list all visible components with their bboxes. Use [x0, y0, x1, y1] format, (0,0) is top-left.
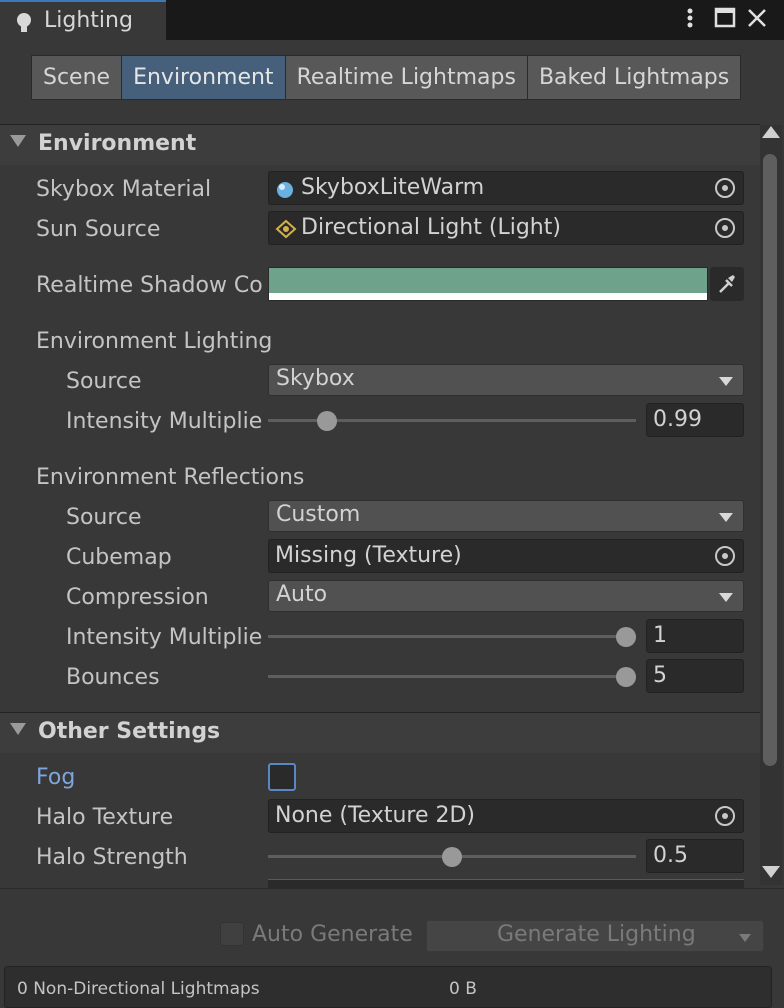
- scroll-down-arrow-icon[interactable]: [762, 866, 780, 878]
- environment-lighting-label: Environment Lighting: [36, 329, 273, 354]
- halo-strength-value: 0.5: [653, 843, 688, 868]
- bounces-value: 5: [653, 663, 667, 688]
- kebab-menu-icon[interactable]: [680, 6, 700, 36]
- bounces-label: Bounces: [66, 665, 160, 690]
- bulb-icon: [14, 11, 34, 41]
- lighting-intensity-label: Intensity Multiplier: [66, 409, 264, 434]
- compression-value: Auto: [276, 582, 328, 607]
- halo-strength-label: Halo Strength: [36, 845, 188, 870]
- lightmap-size-text: 0 B: [449, 979, 477, 999]
- section-title: Other Settings: [38, 719, 221, 744]
- tab-baked-lightmaps[interactable]: Baked Lightmaps: [526, 55, 742, 100]
- shadow-color-swatch: [269, 268, 707, 293]
- generate-lighting-button[interactable]: Generate Lighting: [426, 920, 764, 952]
- cubemap-label: Cubemap: [66, 545, 172, 570]
- lighting-source-label: Source: [66, 369, 142, 394]
- reflection-intensity-input[interactable]: 1: [646, 619, 744, 653]
- eyedropper-icon: [717, 273, 737, 301]
- chevron-down-icon[interactable]: [739, 934, 751, 942]
- eyedropper-button[interactable]: [710, 267, 744, 301]
- section-title: Environment: [38, 131, 197, 156]
- foldout-arrow-icon: [10, 135, 26, 147]
- lighting-intensity-slider-thumb[interactable]: [316, 411, 337, 431]
- realtime-shadow-color-label: Realtime Shadow Color: [36, 273, 264, 298]
- chevron-down-icon: [719, 377, 733, 386]
- lighting-intensity-input[interactable]: 0.99: [646, 403, 744, 437]
- reflection-intensity-slider-thumb[interactable]: [616, 627, 636, 647]
- scrollbar-thumb[interactable]: [763, 154, 777, 766]
- environment-section-header[interactable]: Environment: [0, 124, 760, 165]
- fog-label: Fog: [36, 765, 76, 790]
- compression-dropdown[interactable]: Auto: [268, 580, 744, 612]
- halo-strength-input[interactable]: 0.5: [646, 839, 744, 873]
- compression-label: Compression: [66, 585, 209, 610]
- bounces-input[interactable]: 5: [646, 659, 744, 693]
- chevron-down-icon: [719, 593, 733, 602]
- lighting-subtabs: Scene Environment Realtime Lightmaps Bak…: [31, 55, 742, 100]
- other-settings-section-header[interactable]: Other Settings: [0, 712, 760, 753]
- close-icon[interactable]: [746, 6, 768, 36]
- sun-source-label: Sun Source: [36, 217, 161, 242]
- bounces-slider-track[interactable]: [268, 675, 636, 678]
- chevron-down-icon: [719, 513, 733, 522]
- object-picker-icon[interactable]: [715, 218, 735, 238]
- lighting-source-value: Skybox: [276, 366, 355, 391]
- halo-texture-label: Halo Texture: [36, 805, 174, 830]
- lighting-window-tab[interactable]: Lighting: [0, 0, 166, 42]
- object-picker-icon[interactable]: [715, 806, 735, 826]
- reflection-intensity-label: Intensity Multiplier: [66, 625, 264, 650]
- lighting-source-dropdown[interactable]: Skybox: [268, 364, 744, 396]
- reflection-source-value: Custom: [276, 502, 361, 527]
- window-title: Lighting: [44, 8, 133, 33]
- reflection-source-label: Source: [66, 505, 142, 530]
- object-picker-icon[interactable]: [715, 178, 735, 198]
- skybox-material-field[interactable]: SkyboxLiteWarm: [268, 171, 744, 205]
- skybox-material-value: SkyboxLiteWarm: [301, 175, 485, 200]
- light-component-icon: [275, 219, 297, 245]
- reflection-intensity-slider-track[interactable]: [268, 635, 636, 638]
- fog-checkbox[interactable]: [268, 763, 296, 791]
- halo-texture-value: None (Texture 2D): [275, 803, 476, 828]
- foldout-arrow-icon: [10, 723, 26, 735]
- environment-reflections-label: Environment Reflections: [36, 465, 305, 490]
- cubemap-value: Missing (Texture): [275, 543, 462, 568]
- lightmap-count-text: 0 Non-Directional Lightmaps: [17, 979, 260, 999]
- halo-texture-field[interactable]: None (Texture 2D): [268, 799, 744, 833]
- sun-source-value: Directional Light (Light): [301, 215, 561, 240]
- reflection-intensity-value: 1: [653, 623, 667, 648]
- shadow-color-field[interactable]: [268, 267, 708, 301]
- object-picker-icon[interactable]: [715, 546, 735, 566]
- lighting-intensity-value: 0.99: [653, 407, 702, 432]
- bounces-slider-thumb[interactable]: [616, 667, 636, 687]
- reflection-source-dropdown[interactable]: Custom: [268, 500, 744, 532]
- auto-generate-checkbox[interactable]: [220, 922, 244, 946]
- auto-generate-label: Auto Generate: [252, 922, 413, 947]
- scroll-up-arrow-icon[interactable]: [762, 126, 780, 138]
- generate-lighting-label: Generate Lighting: [497, 922, 696, 947]
- clipped-next-field: [268, 879, 744, 888]
- material-sphere-icon: [276, 180, 294, 205]
- lightmap-status-panel: 0 Non-Directional Lightmaps 0 B: [4, 966, 772, 1008]
- tab-realtime-lightmaps[interactable]: Realtime Lightmaps: [284, 55, 528, 100]
- tab-scene[interactable]: Scene: [31, 55, 123, 100]
- sun-source-field[interactable]: Directional Light (Light): [268, 211, 744, 245]
- maximize-icon[interactable]: [714, 6, 736, 36]
- halo-strength-slider-thumb[interactable]: [442, 847, 462, 867]
- tab-environment[interactable]: Environment: [121, 55, 286, 100]
- skybox-material-label: Skybox Material: [36, 177, 212, 202]
- window-title-bar: Lighting: [0, 0, 784, 42]
- cubemap-field[interactable]: Missing (Texture): [268, 539, 744, 573]
